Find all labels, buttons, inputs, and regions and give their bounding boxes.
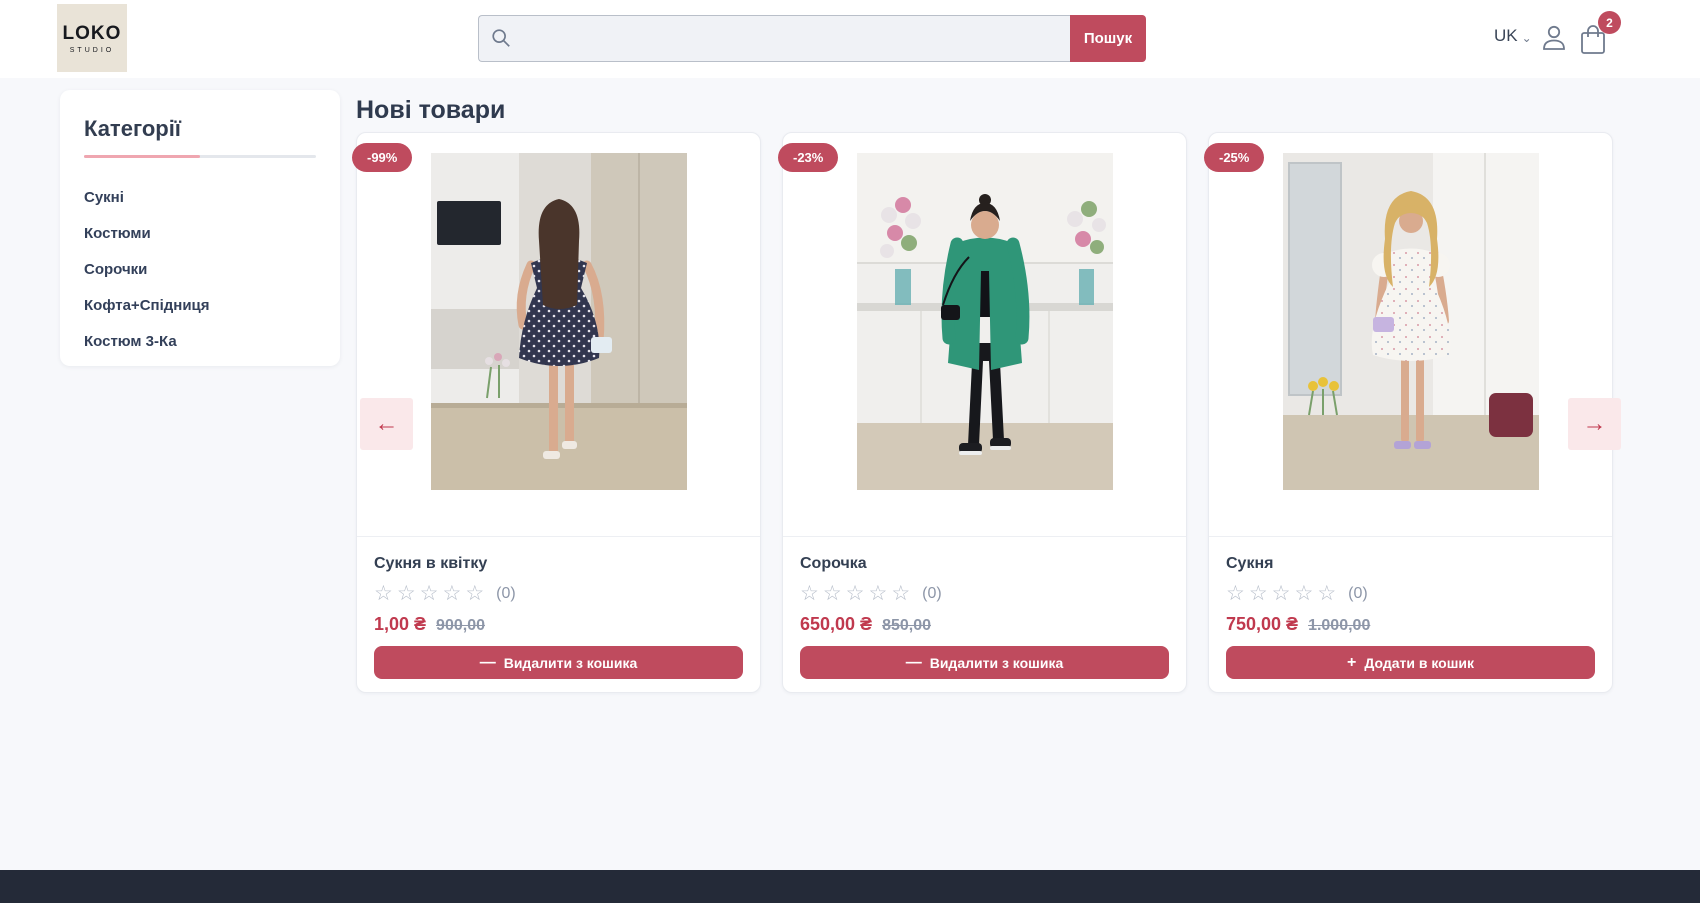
language-selector[interactable]: UK ⌄ bbox=[1494, 26, 1532, 46]
old-price: 850,00 bbox=[882, 617, 931, 635]
minus-icon: — bbox=[906, 654, 922, 672]
chevron-down-icon: ⌄ bbox=[1522, 31, 1532, 45]
add-to-cart-button[interactable]: + Додати в кошик bbox=[1226, 646, 1595, 679]
current-price: 1,00 ₴ bbox=[374, 614, 426, 635]
current-price: 650,00 ₴ bbox=[800, 614, 872, 635]
star-icon: ☆ bbox=[374, 582, 397, 605]
product-photo[interactable] bbox=[431, 153, 687, 490]
sidebar-item-shirts[interactable]: Сорочки bbox=[84, 252, 316, 288]
discount-badge: -99% bbox=[352, 143, 412, 172]
search-icon bbox=[490, 27, 512, 49]
cart-button-label: Видалити з кошика bbox=[930, 655, 1064, 671]
star-icons: ☆☆☆☆☆ bbox=[1226, 583, 1340, 604]
minus-icon: — bbox=[480, 654, 496, 672]
price-row: 650,00 ₴ 850,00 bbox=[800, 614, 1169, 635]
star-icon: ☆ bbox=[1317, 582, 1340, 605]
product-image-dress-polka bbox=[431, 153, 687, 490]
search-input[interactable] bbox=[478, 15, 1070, 62]
star-icon: ☆ bbox=[420, 582, 443, 605]
sidebar-item-suits[interactable]: Костюми bbox=[84, 216, 316, 252]
product-rating: ☆☆☆☆☆ (0) bbox=[374, 583, 743, 604]
product-photo[interactable] bbox=[857, 153, 1113, 490]
product-title[interactable]: Сукня bbox=[1226, 555, 1595, 573]
card-info: Сорочка ☆☆☆☆☆ (0) 650,00 ₴ 850,00 bbox=[800, 536, 1169, 635]
account-button[interactable] bbox=[1540, 23, 1568, 53]
star-icon: ☆ bbox=[1249, 582, 1272, 605]
product-image-white-dress bbox=[1283, 153, 1539, 490]
page-title: Нові товари bbox=[356, 96, 505, 125]
language-label: UK bbox=[1494, 26, 1518, 46]
old-price: 900,00 bbox=[436, 617, 485, 635]
cart-button[interactable]: 2 bbox=[1578, 24, 1608, 56]
carousel-prev-button[interactable]: ← bbox=[360, 398, 413, 450]
product-image-green-shirt bbox=[857, 153, 1113, 490]
categories-sidebar: Категорії Сукні Костюми Сорочки Кофта+Сп… bbox=[60, 90, 340, 366]
card-info: Сукня ☆☆☆☆☆ (0) 750,00 ₴ 1.000,00 bbox=[1226, 536, 1595, 635]
remove-from-cart-button[interactable]: — Видалити з кошика bbox=[374, 646, 743, 679]
price-row: 1,00 ₴ 900,00 bbox=[374, 614, 743, 635]
remove-from-cart-button[interactable]: — Видалити з кошика bbox=[800, 646, 1169, 679]
product-rating: ☆☆☆☆☆ (0) bbox=[800, 583, 1169, 604]
product-card: -25% bbox=[1208, 132, 1613, 693]
product-photo[interactable] bbox=[1283, 153, 1539, 490]
card-info: Сукня в квітку ☆☆☆☆☆ (0) 1,00 ₴ 900,00 bbox=[374, 536, 743, 635]
star-icon: ☆ bbox=[1294, 582, 1317, 605]
discount-badge: -23% bbox=[778, 143, 838, 172]
sidebar-item-dresses[interactable]: Сукні bbox=[84, 180, 316, 216]
search-bar: Пошук bbox=[478, 15, 1146, 62]
discount-badge: -25% bbox=[1204, 143, 1264, 172]
star-icon: ☆ bbox=[1226, 582, 1249, 605]
plus-icon: + bbox=[1347, 654, 1356, 672]
cart-button-label: Видалити з кошика bbox=[504, 655, 638, 671]
sidebar-title: Категорії bbox=[84, 116, 316, 142]
product-grid: -99% bbox=[356, 132, 1613, 693]
footer bbox=[0, 870, 1700, 903]
product-rating: ☆☆☆☆☆ (0) bbox=[1226, 583, 1595, 604]
product-title[interactable]: Сукня в квітку bbox=[374, 555, 743, 573]
header: LOKO STUDIO Пошук UK ⌄ 2 bbox=[0, 0, 1700, 78]
arrow-right-icon: → bbox=[1583, 410, 1607, 438]
sidebar-title-underline bbox=[84, 155, 316, 158]
shopping-bag-icon bbox=[1578, 44, 1608, 59]
old-price: 1.000,00 bbox=[1308, 617, 1370, 635]
carousel-next-button[interactable]: → bbox=[1568, 398, 1621, 450]
search-button[interactable]: Пошук bbox=[1070, 15, 1146, 62]
user-icon bbox=[1540, 41, 1568, 56]
star-icon: ☆ bbox=[800, 582, 823, 605]
price-row: 750,00 ₴ 1.000,00 bbox=[1226, 614, 1595, 635]
star-icon: ☆ bbox=[397, 582, 420, 605]
product-title[interactable]: Сорочка bbox=[800, 555, 1169, 573]
star-icon: ☆ bbox=[1272, 582, 1295, 605]
star-icon: ☆ bbox=[823, 582, 846, 605]
logo[interactable]: LOKO STUDIO bbox=[57, 4, 127, 72]
logo-text: LOKO bbox=[63, 23, 122, 45]
rating-count: (0) bbox=[496, 585, 516, 603]
rating-count: (0) bbox=[922, 585, 942, 603]
current-price: 750,00 ₴ bbox=[1226, 614, 1298, 635]
star-icon: ☆ bbox=[868, 582, 891, 605]
category-list: Сукні Костюми Сорочки Кофта+Спідниця Кос… bbox=[84, 180, 316, 360]
cart-button-label: Додати в кошик bbox=[1364, 655, 1474, 671]
star-icon: ☆ bbox=[465, 582, 488, 605]
arrow-left-icon: ← bbox=[375, 410, 399, 438]
product-card: -99% bbox=[356, 132, 761, 693]
rating-count: (0) bbox=[1348, 585, 1368, 603]
logo-subtext: STUDIO bbox=[70, 47, 114, 54]
star-icon: ☆ bbox=[442, 582, 465, 605]
product-card: -23% bbox=[782, 132, 1187, 693]
star-icon: ☆ bbox=[891, 582, 914, 605]
star-icon: ☆ bbox=[846, 582, 869, 605]
cart-count-badge: 2 bbox=[1598, 11, 1621, 34]
sidebar-item-suit-3pc[interactable]: Костюм 3-Ка bbox=[84, 324, 316, 360]
star-icons: ☆☆☆☆☆ bbox=[374, 583, 488, 604]
star-icons: ☆☆☆☆☆ bbox=[800, 583, 914, 604]
sidebar-item-sweater-skirt[interactable]: Кофта+Спідниця bbox=[84, 288, 316, 324]
